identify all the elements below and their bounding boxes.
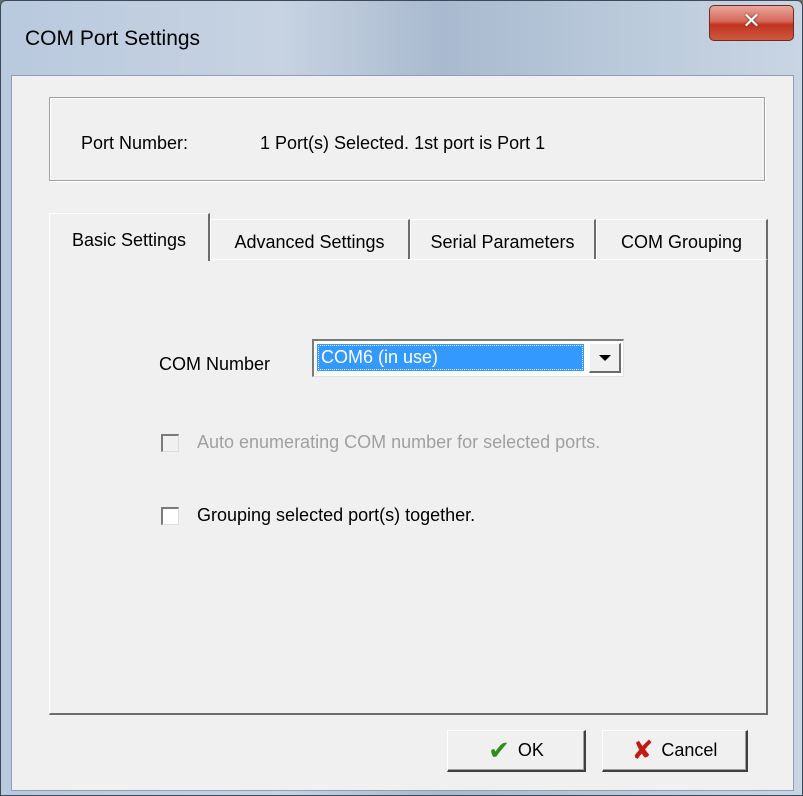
grouping-checkbox[interactable] <box>161 506 179 525</box>
cancel-button-label: Cancel <box>661 740 718 760</box>
tab-advanced-settings[interactable]: Advanced Settings <box>210 219 410 259</box>
auto-enumerate-row: Auto enumerating COM number for selected… <box>161 432 600 453</box>
grouping-label[interactable]: Grouping selected port(s) together. <box>197 505 475 526</box>
tab-label: Basic Settings <box>71 230 187 250</box>
port-number-group: Port Number: 1 Port(s) Selected. 1st por… <box>49 97 765 181</box>
tab-basic-settings[interactable]: Basic Settings <box>49 213 210 261</box>
basic-settings-panel: COM Number COM6 (in use) Auto enumeratin… <box>49 259 768 715</box>
com-number-dropdown[interactable]: COM6 (in use) <box>312 339 624 377</box>
tab-label: Serial Parameters <box>430 232 575 252</box>
ok-button-label: OK <box>517 740 544 760</box>
x-mark-icon: ✘ <box>631 735 654 766</box>
chevron-down-icon <box>599 355 611 361</box>
close-button[interactable]: ✕ <box>709 5 794 41</box>
grouping-row: Grouping selected port(s) together. <box>161 505 475 526</box>
tab-label: Advanced Settings <box>234 232 385 252</box>
com-number-selected-value[interactable]: COM6 (in use) <box>317 344 584 371</box>
dropdown-arrow-button[interactable] <box>589 343 621 373</box>
ok-button[interactable]: ✔ OK <box>447 730 586 772</box>
tab-com-grouping[interactable]: COM Grouping <box>596 219 768 259</box>
close-icon: ✕ <box>742 9 761 34</box>
com-port-settings-window: COM Port Settings ✕ Port Number: 1 Port(… <box>0 0 803 796</box>
com-number-label: COM Number <box>159 354 271 374</box>
checkmark-icon: ✔ <box>488 735 510 766</box>
port-number-value: 1 Port(s) Selected. 1st port is Port 1 <box>260 133 546 153</box>
cancel-button[interactable]: ✘ Cancel <box>602 730 748 772</box>
tab-label: COM Grouping <box>620 232 743 252</box>
window-title: COM Port Settings <box>25 27 201 50</box>
dialog-client-area: Port Number: 1 Port(s) Selected. 1st por… <box>11 75 794 791</box>
auto-enumerate-checkbox[interactable] <box>161 433 179 452</box>
port-number-label: Port Number: <box>81 133 189 153</box>
title-bar[interactable]: COM Port Settings ✕ <box>1 1 802 75</box>
tab-serial-parameters[interactable]: Serial Parameters <box>410 219 596 259</box>
auto-enumerate-label: Auto enumerating COM number for selected… <box>197 432 601 452</box>
